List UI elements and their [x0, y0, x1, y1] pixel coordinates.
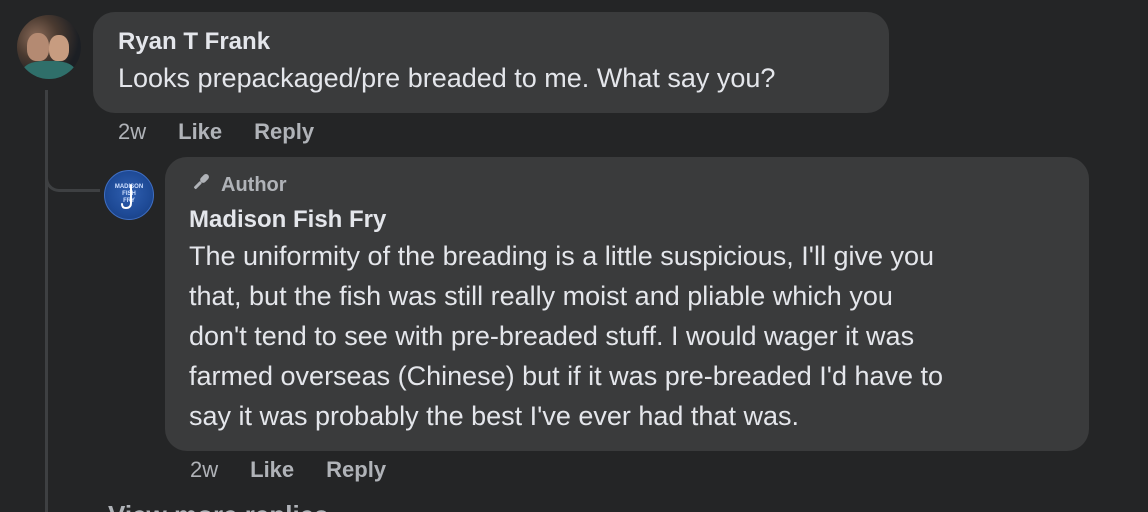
- reply-button[interactable]: Reply: [254, 119, 314, 145]
- comment-author-name[interactable]: Ryan T Frank: [118, 28, 270, 56]
- comment-text-line: don't tend to see with pre-breaded stuff…: [189, 321, 915, 351]
- like-button[interactable]: Like: [250, 457, 294, 483]
- view-more-replies-link[interactable]: View more replies: [108, 500, 329, 512]
- comment-thread: Ryan T Frank Looks prepackaged/pre bread…: [0, 0, 1148, 512]
- reply-connector: [45, 150, 100, 192]
- author-badge-label: Author: [221, 173, 287, 196]
- comment-text-line: farmed overseas (Chinese) but if it was …: [189, 361, 944, 391]
- comment-text: The uniformity of the breading is a litt…: [189, 236, 1069, 436]
- comment-text-line: that, but the fish was still really mois…: [189, 281, 893, 311]
- logo-text-line: FRY: [123, 198, 135, 204]
- madison-fish-fry-logo: MADISON FISH FRY: [115, 184, 143, 210]
- comment-actions: 2w Like Reply: [190, 457, 418, 483]
- microphone-icon: [189, 170, 213, 200]
- comment-text-line: The uniformity of the breading is a litt…: [189, 241, 935, 271]
- comment-actions: 2w Like Reply: [118, 119, 346, 145]
- avatar[interactable]: MADISON FISH FRY: [104, 170, 154, 220]
- reply-button[interactable]: Reply: [326, 457, 386, 483]
- logo-text-line: MADISON: [115, 184, 143, 190]
- comment-text-line: say it was probably the best I've ever h…: [189, 401, 799, 431]
- comment-author-name[interactable]: Madison Fish Fry: [189, 206, 386, 234]
- like-button[interactable]: Like: [178, 119, 222, 145]
- logo-text-line: FISH: [122, 191, 136, 197]
- avatar[interactable]: [17, 15, 81, 79]
- comment-timestamp[interactable]: 2w: [190, 457, 218, 483]
- comment-text: Looks prepackaged/pre breaded to me. Wha…: [118, 63, 776, 93]
- author-badge: Author: [189, 172, 287, 198]
- comment-timestamp[interactable]: 2w: [118, 119, 146, 145]
